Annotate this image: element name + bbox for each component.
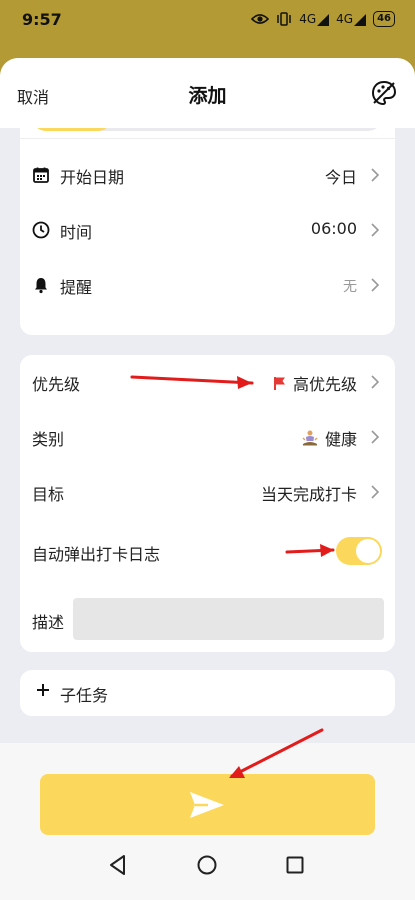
plus-icon [37,684,49,696]
nav-recent-icon[interactable] [286,856,304,874]
clock-icon [32,221,50,239]
send-button[interactable] [40,774,375,835]
category-row[interactable]: 类别 健康 [20,410,395,464]
priority-value: 高优先级 [273,371,357,395]
subtask-card[interactable]: 子任务 [20,670,395,716]
battery-indicator: 46 [373,11,395,27]
nav-back-icon[interactable] [108,854,128,876]
chevron-right-icon [371,168,379,182]
meditation-icon [302,430,318,446]
status-bar: 9:57 4G 4G 46 [0,0,415,44]
start-date-row[interactable]: 开始日期 今日 [20,148,395,202]
start-date-value: 今日 [324,168,357,187]
priority-row[interactable]: 优先级 高优先级 [20,355,395,409]
chevron-right-icon [371,485,379,499]
category-label: 类别 [32,430,65,449]
chevron-right-icon [371,278,379,292]
goal-row[interactable]: 目标 当天完成打卡 [20,465,395,519]
reminder-row[interactable]: 提醒 无 [20,258,395,312]
system-nav-bar [0,848,415,888]
category-value: 健康 [301,426,357,450]
goal-label: 目标 [32,485,65,504]
form-scroll-area[interactable]: 开始日期 今日 时间 06:00 提醒 无 优先级 高优先级 类别 健康 目标 … [0,128,415,743]
description-input[interactable] [73,598,384,640]
auto-log-row: 自动弹出打卡日志 [20,525,395,579]
status-icons: 4G 4G 46 [251,11,395,27]
chevron-right-icon [371,430,379,444]
segment-selected[interactable] [32,128,112,131]
palette-off-icon[interactable] [371,80,397,106]
subtask-label: 子任务 [60,686,109,705]
start-date-label: 开始日期 [60,168,125,187]
auto-log-label: 自动弹出打卡日志 [32,545,161,564]
time-label: 时间 [60,223,93,242]
bottom-action-area [0,743,415,900]
goal-value: 当天完成打卡 [260,485,357,504]
sheet-header: 取消 添加 [0,58,415,128]
toggle-knob [356,539,380,563]
add-task-sheet: 取消 添加 开始日期 今日 时间 06:00 提醒 无 优先级 高优先级 类别 … [0,58,415,900]
date-card: 开始日期 今日 时间 06:00 提醒 无 [20,128,395,335]
bell-icon [35,278,47,294]
nav-home-icon[interactable] [197,855,217,875]
time-row[interactable]: 时间 06:00 [20,203,395,257]
page-title: 添加 [188,85,227,107]
priority-value-text: 高优先级 [292,375,357,394]
send-icon [190,792,224,818]
category-value-text: 健康 [324,430,357,449]
description-label: 描述 [32,613,65,632]
priority-label: 优先级 [32,375,81,394]
reminder-label: 提醒 [60,278,93,297]
segmented-control[interactable] [32,128,382,131]
auto-log-toggle[interactable] [336,537,382,565]
signal-2-icon: 4G [336,12,367,26]
signal-1-icon: 4G [299,12,330,26]
vibrate-icon [277,12,291,26]
status-time: 9:57 [22,10,62,29]
chevron-right-icon [371,375,379,389]
reminder-value: 无 [343,279,357,295]
details-card: 优先级 高优先级 类别 健康 目标 当天完成打卡 自动弹出打卡日志 描述 [20,355,395,652]
divider [20,138,395,139]
eye-icon [251,14,270,24]
chevron-right-icon [371,223,379,237]
calendar-icon [33,167,49,183]
flag-icon [273,376,285,390]
time-value: 06:00 [310,219,357,238]
